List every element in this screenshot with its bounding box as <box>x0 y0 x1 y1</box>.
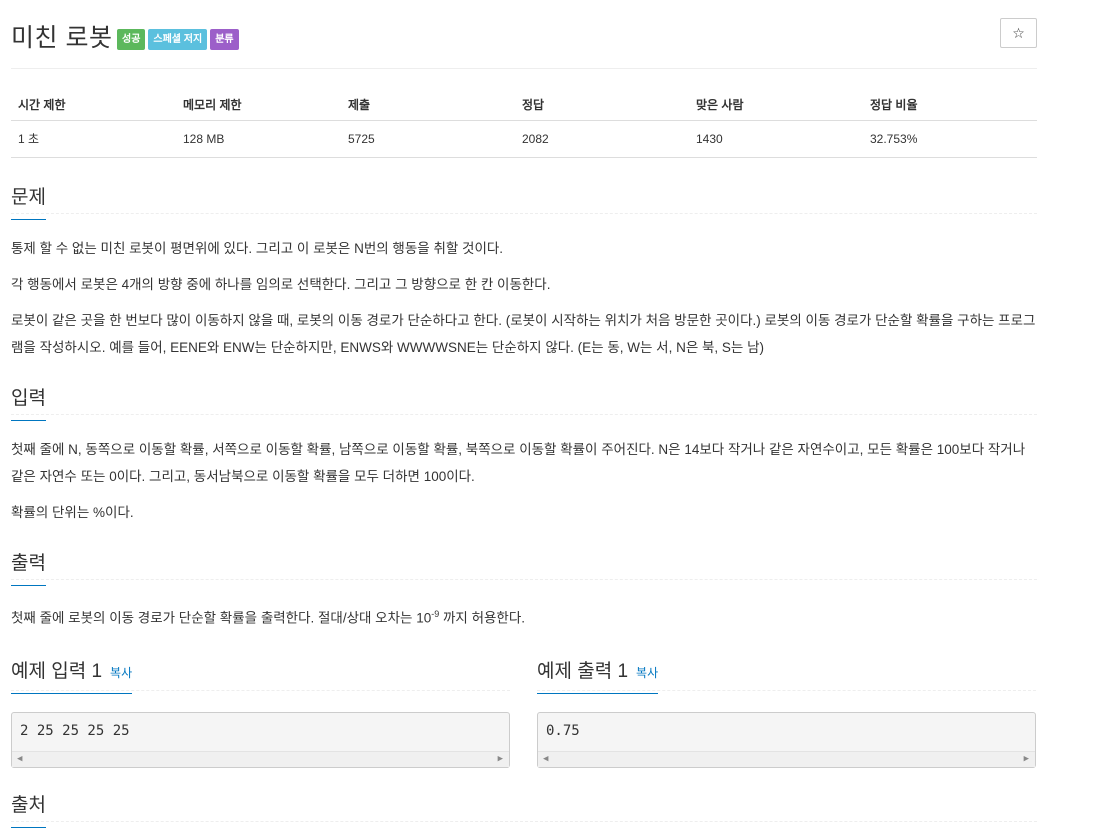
special-judge-badge: 스페셜 저지 <box>148 29 208 50</box>
output-section-header: 출력 <box>11 538 1037 586</box>
description-paragraph: 통제 할 수 없는 미친 로봇이 평면위에 있다. 그리고 이 로봇은 N번의 … <box>11 241 504 256</box>
copy-sample-input-button[interactable]: 복사 <box>110 664 132 681</box>
description-paragraph: 로봇이 같은 곳을 한 번보다 많이 이동하지 않을 때, 로봇의 이동 경로가… <box>11 313 1036 355</box>
description-heading: 문제 <box>11 182 46 220</box>
input-section-header: 입력 <box>11 373 1037 421</box>
star-icon: ☆ <box>1012 25 1025 41</box>
stats-value-row: 1 초 128 MB 5725 2082 1430 32.753% <box>11 120 1037 158</box>
description-paragraph: 각 행동에서 로봇은 4개의 방향 중에 하나를 임의로 선택한다. 그리고 그… <box>11 277 551 292</box>
sample-output-heading: 예제 출력 1 복사 <box>537 656 659 694</box>
category-badge[interactable]: 분류 <box>210 29 239 50</box>
source-heading: 출처 <box>11 790 46 828</box>
sample-input-content: 2 25 25 25 25 <box>20 722 130 739</box>
scroll-right-icon[interactable]: ▶ <box>1024 754 1029 764</box>
output-text-end: 까지 허용한다. <box>439 610 526 626</box>
sample-input-title: 예제 입력 1 <box>11 660 103 682</box>
problem-header: 미친 로봇 성공 스페셜 저지 분류 ☆ <box>11 0 1037 69</box>
source-section-header: 출처 <box>11 780 1037 828</box>
input-paragraph: 첫째 줄에 N, 동쪽으로 이동할 확률, 서쪽으로 이동할 확률, 남쪽으로 … <box>11 442 1026 484</box>
problem-stats-table: 시간 제한 메모리 제한 제출 정답 맞은 사람 정답 비율 1 초 128 M… <box>11 89 1037 158</box>
stats-header-accept-ratio: 정답 비율 <box>863 89 1037 121</box>
sample-input-heading: 예제 입력 1 복사 <box>11 656 133 694</box>
sample-output-header: 예제 출력 1 복사 <box>537 650 1036 694</box>
scroll-left-icon[interactable]: ◀ <box>543 754 548 764</box>
stats-solved-users: 1430 <box>689 120 863 158</box>
stats-memory-limit: 128 MB <box>176 120 341 158</box>
sample-input-header: 예제 입력 1 복사 <box>11 650 510 694</box>
sample-output-title: 예제 출력 1 <box>537 660 629 682</box>
description-body: 통제 할 수 없는 미친 로봇이 평면위에 있다. 그리고 이 로봇은 N번의 … <box>11 235 1037 361</box>
problem-labels: 성공 스페셜 저지 분류 <box>117 29 239 50</box>
stats-header-accepted: 정답 <box>515 89 689 121</box>
stats-header-time-limit: 시간 제한 <box>11 89 176 121</box>
favorite-star-button[interactable]: ☆ <box>1000 18 1037 48</box>
stats-header-solved-users: 맞은 사람 <box>689 89 863 121</box>
stats-header-submissions: 제출 <box>341 89 515 121</box>
sample-output-box[interactable]: 0.75 ◀ ▶ <box>537 711 1036 768</box>
output-paragraph: 첫째 줄에 로봇의 이동 경로가 단순할 확률을 출력한다. 절대/상대 오차는… <box>11 601 1037 632</box>
copy-sample-output-button[interactable]: 복사 <box>636 664 658 681</box>
sample-input-panel: 예제 입력 1 복사 2 25 25 25 25 ◀ ▶ <box>11 650 510 768</box>
input-paragraph: 확률의 단위는 %이다. <box>11 505 134 520</box>
description-section-header: 문제 <box>11 172 1037 220</box>
stats-submissions: 5725 <box>341 120 515 158</box>
output-heading: 출력 <box>11 548 46 586</box>
sample-input-box[interactable]: 2 25 25 25 25 ◀ ▶ <box>11 711 510 768</box>
stats-header-row: 시간 제한 메모리 제한 제출 정답 맞은 사람 정답 비율 <box>11 89 1037 121</box>
input-body: 첫째 줄에 N, 동쪽으로 이동할 확률, 서쪽으로 이동할 확률, 남쪽으로 … <box>11 436 1037 526</box>
horizontal-scrollbar[interactable]: ◀ ▶ <box>12 750 509 767</box>
samples-row: 예제 입력 1 복사 2 25 25 25 25 ◀ ▶ 예제 출력 1 복사 <box>11 650 1037 768</box>
problem-title: 미친 로봇 <box>11 24 113 52</box>
problem-page: 미친 로봇 성공 스페셜 저지 분류 ☆ 시간 제한 메모리 제한 제출 정답 … <box>11 0 1037 828</box>
sample-output-panel: 예제 출력 1 복사 0.75 ◀ ▶ <box>537 650 1036 768</box>
stats-accepted: 2082 <box>515 120 689 158</box>
horizontal-scrollbar[interactable]: ◀ ▶ <box>538 750 1035 767</box>
scroll-left-icon[interactable]: ◀ <box>17 754 22 764</box>
success-badge: 성공 <box>117 29 146 50</box>
output-text: 첫째 줄에 로봇의 이동 경로가 단순할 확률을 출력한다. 절대/상대 오차는… <box>11 610 432 626</box>
output-body: 첫째 줄에 로봇의 이동 경로가 단순할 확률을 출력한다. 절대/상대 오차는… <box>11 601 1037 632</box>
sample-output-content: 0.75 <box>546 722 580 739</box>
input-heading: 입력 <box>11 383 46 421</box>
stats-header-memory-limit: 메모리 제한 <box>176 89 341 121</box>
stats-time-limit: 1 초 <box>11 120 176 158</box>
stats-accept-ratio: 32.753% <box>863 120 1037 158</box>
scroll-right-icon[interactable]: ▶ <box>498 754 503 764</box>
